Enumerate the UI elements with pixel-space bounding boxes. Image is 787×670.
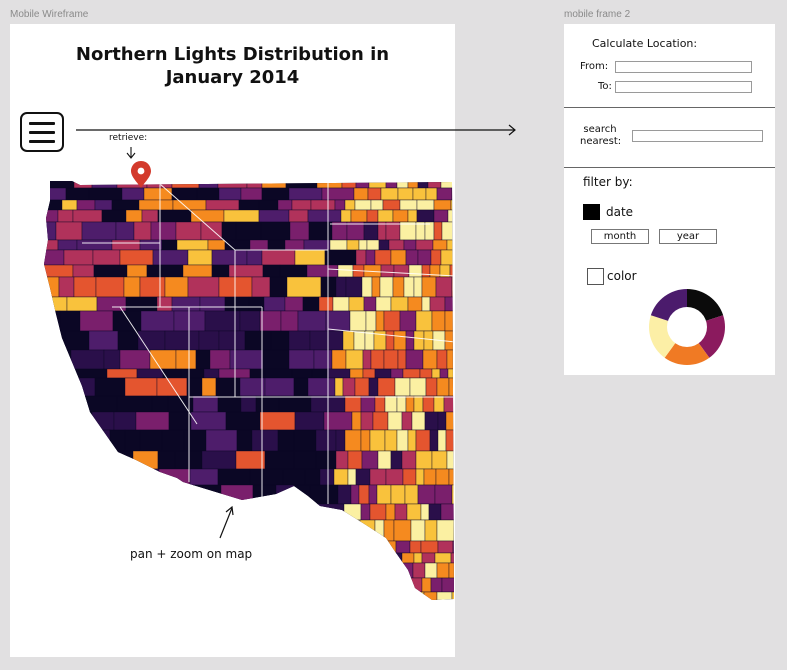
search-label-line-2: nearest: bbox=[580, 136, 622, 147]
to-field[interactable] bbox=[615, 81, 752, 93]
year-button[interactable]: year bbox=[659, 229, 717, 244]
date-label: date bbox=[606, 205, 634, 219]
from-label: From: bbox=[580, 61, 609, 72]
color-checkbox[interactable] bbox=[587, 268, 604, 285]
map-caption: pan + zoom on map bbox=[130, 547, 253, 561]
section-divider bbox=[564, 107, 775, 108]
to-label: To: bbox=[598, 81, 612, 92]
filter-by-title: filter by: bbox=[583, 175, 633, 189]
search-nearest-input[interactable] bbox=[632, 130, 763, 142]
color-label: color bbox=[607, 269, 637, 283]
mobile-frame-2: Calculate Location: From: To: search nea… bbox=[564, 24, 775, 375]
location-pin-icon[interactable] bbox=[131, 161, 151, 188]
calculate-location-title: Calculate Location: bbox=[592, 37, 698, 50]
month-button[interactable]: month bbox=[591, 229, 649, 244]
mobile-wireframe-frame: Northern Lights Distribution in January … bbox=[10, 24, 516, 657]
pan-zoom-arrow bbox=[219, 507, 233, 539]
search-label-line-1: search bbox=[583, 124, 617, 135]
search-nearest-label: search nearest: bbox=[580, 124, 622, 148]
section-divider bbox=[564, 167, 775, 168]
frame-label-mobile-wireframe: Mobile Wireframe bbox=[10, 9, 89, 20]
frame-label-mobile-frame-2: mobile frame 2 bbox=[564, 9, 631, 20]
from-field[interactable] bbox=[615, 61, 752, 73]
connector-arrows bbox=[76, 124, 516, 539]
color-donut[interactable] bbox=[647, 287, 727, 367]
date-checkbox[interactable] bbox=[583, 204, 600, 220]
